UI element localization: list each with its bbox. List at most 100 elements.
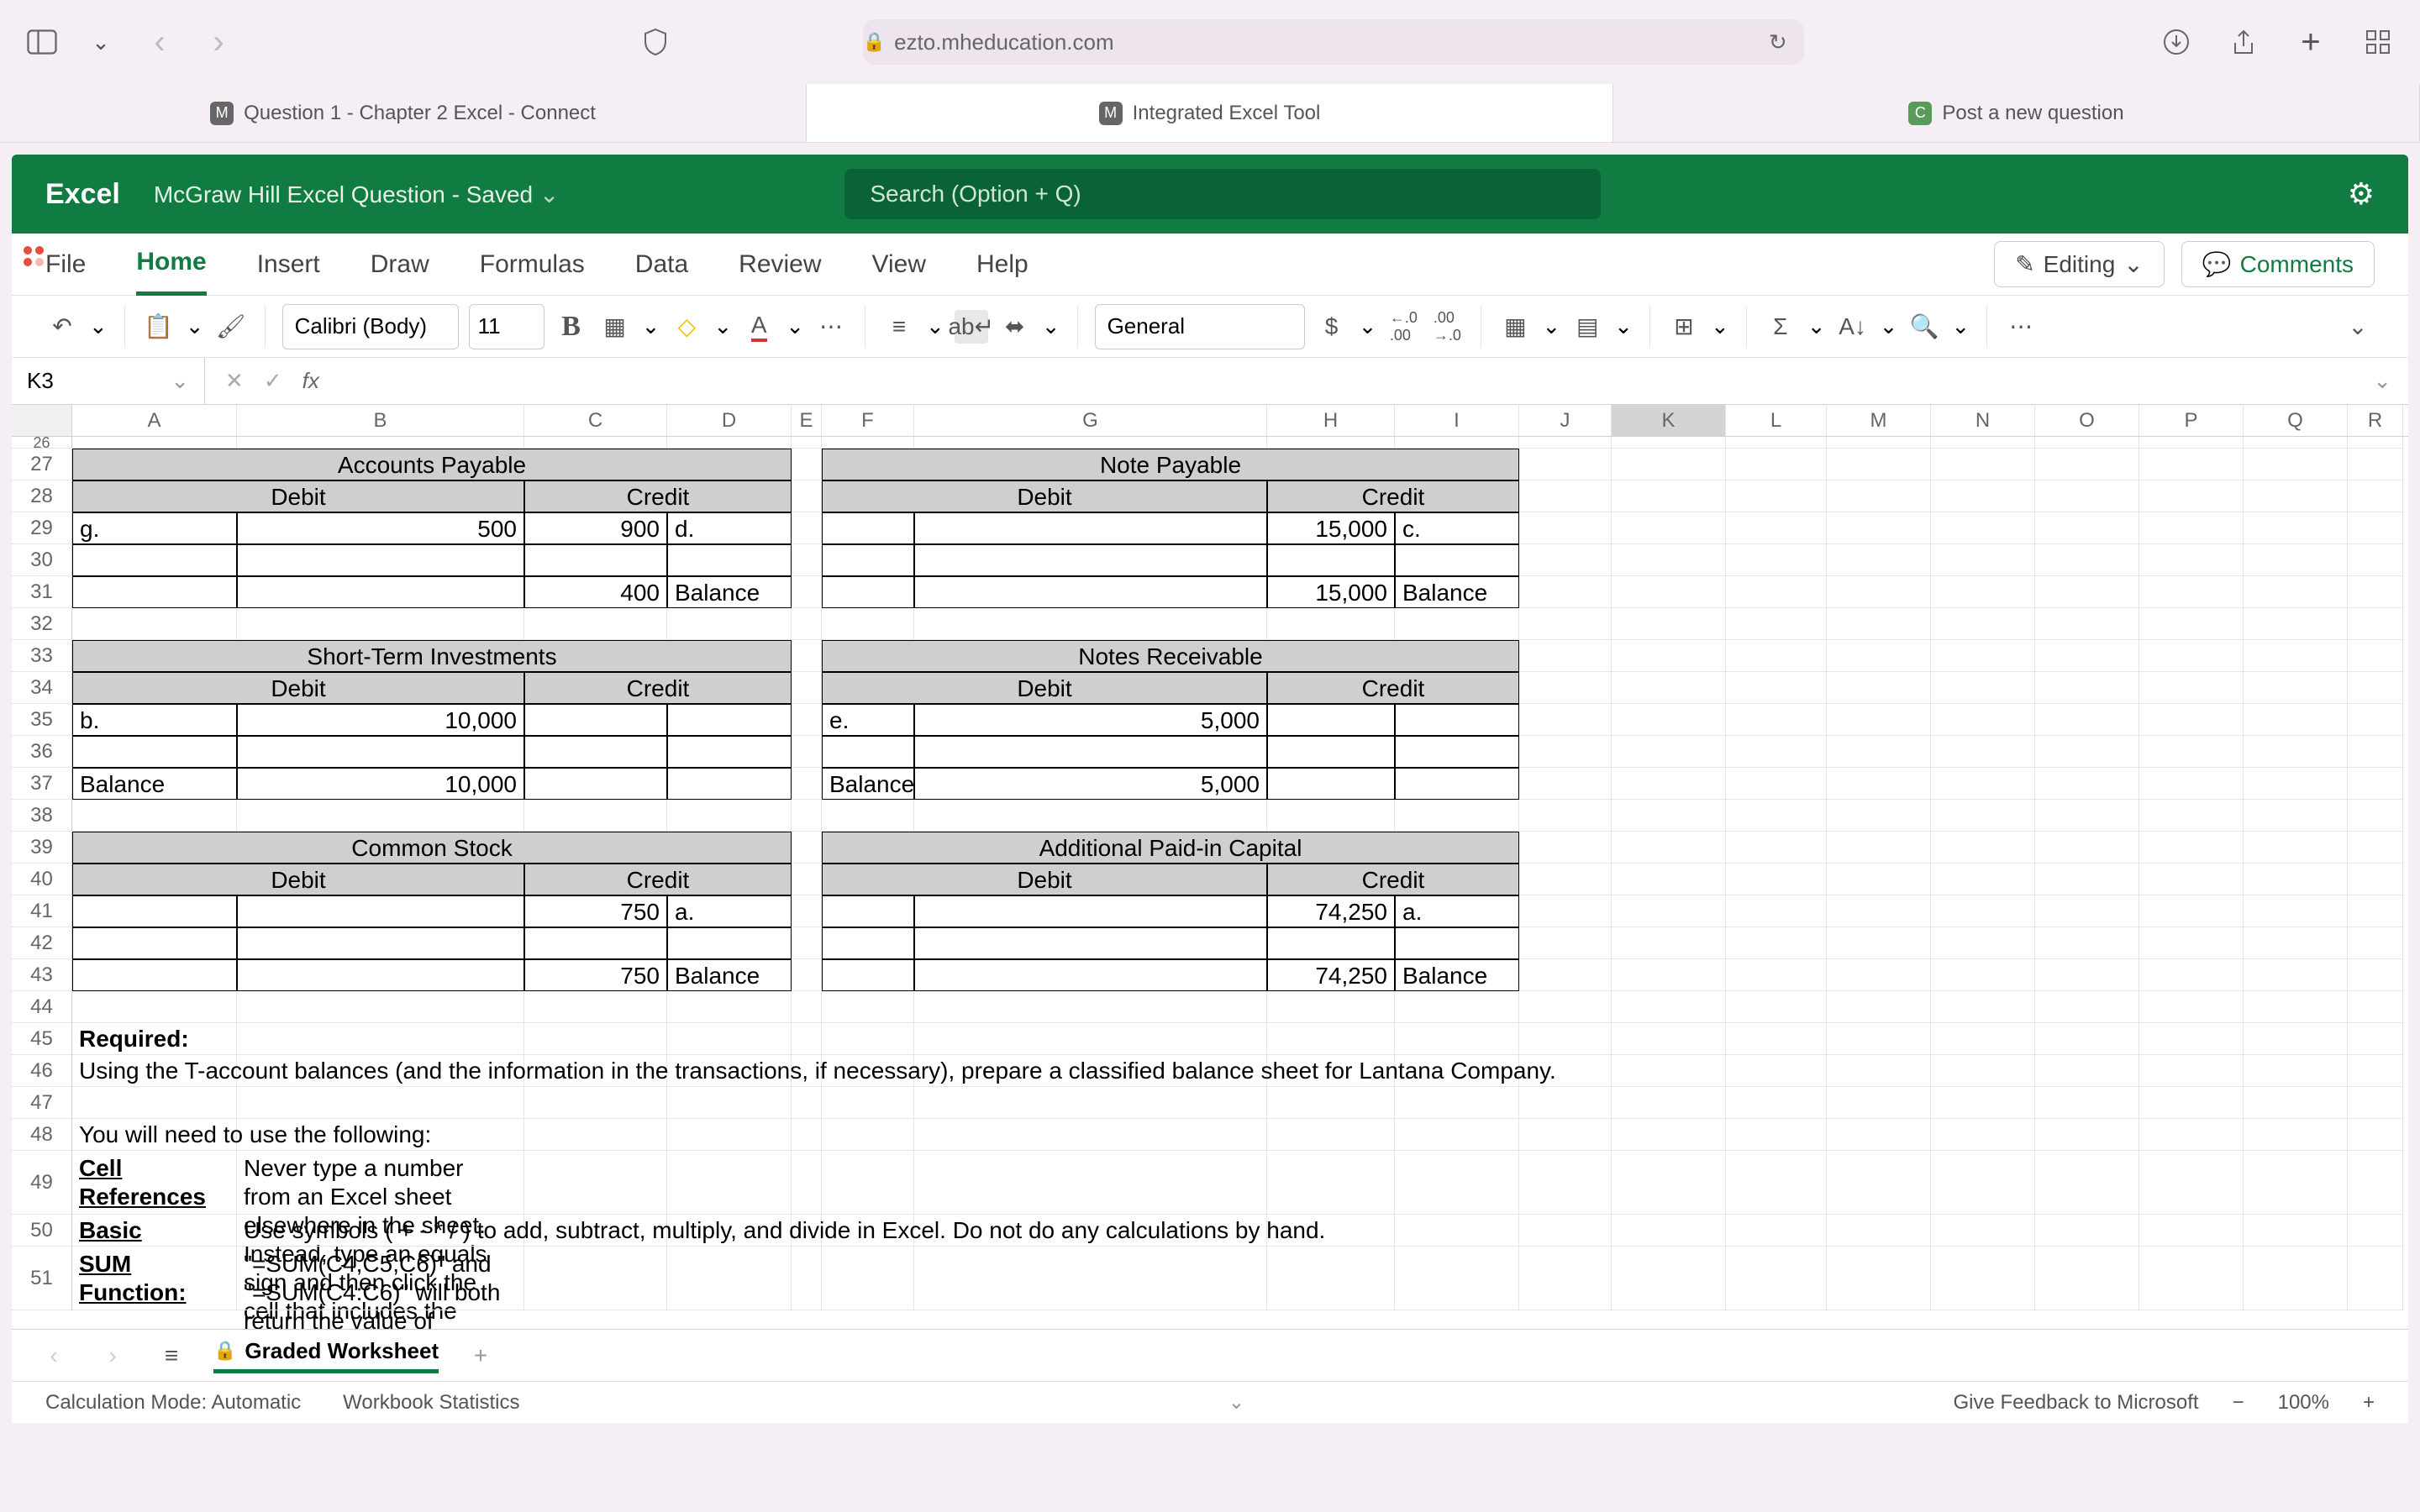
cell[interactable]: [2139, 1247, 2244, 1310]
cell[interactable]: [1726, 608, 1827, 640]
font-name-select[interactable]: [282, 304, 459, 349]
align-icon[interactable]: ≡: [882, 310, 916, 344]
cell[interactable]: [2035, 1151, 2139, 1215]
cell[interactable]: [237, 1087, 524, 1119]
cell[interactable]: [792, 1151, 822, 1215]
cell[interactable]: c.: [1395, 512, 1519, 544]
cell[interactable]: [1931, 1087, 2035, 1119]
cell[interactable]: [1931, 576, 2035, 608]
col-header[interactable]: C: [524, 405, 667, 436]
cell[interactable]: [1612, 1215, 1726, 1247]
cell[interactable]: [1612, 959, 1726, 991]
cell[interactable]: [1519, 544, 1612, 576]
zoom-in-icon[interactable]: +: [2363, 1391, 2375, 1415]
cell[interactable]: [792, 576, 822, 608]
cell[interactable]: [524, 1087, 667, 1119]
cell[interactable]: [2244, 449, 2348, 480]
cell[interactable]: [2035, 480, 2139, 512]
cell[interactable]: [914, 959, 1267, 991]
cell[interactable]: Using the T-account balances (and the in…: [72, 1055, 237, 1087]
row-header[interactable]: 32: [12, 608, 72, 640]
ribbon-home[interactable]: Home: [136, 233, 206, 296]
cell[interactable]: 750: [524, 895, 667, 927]
cell[interactable]: [792, 768, 822, 800]
cell[interactable]: [822, 576, 914, 608]
cell[interactable]: [1827, 736, 1931, 768]
row-header[interactable]: 29: [12, 512, 72, 544]
cell[interactable]: [2139, 608, 2244, 640]
cell[interactable]: [1827, 991, 1931, 1023]
cell[interactable]: [1726, 927, 1827, 959]
cell[interactable]: [2139, 832, 2244, 864]
cell[interactable]: [667, 1023, 792, 1055]
cell[interactable]: [792, 704, 822, 736]
cell[interactable]: [2139, 864, 2244, 895]
cell[interactable]: [914, 991, 1267, 1023]
row-header[interactable]: 27: [12, 449, 72, 480]
cell[interactable]: [2244, 768, 2348, 800]
cell[interactable]: [1395, 800, 1519, 832]
cell[interactable]: [2348, 449, 2403, 480]
cell[interactable]: [1267, 1119, 1395, 1151]
cell[interactable]: [1519, 1087, 1612, 1119]
cell[interactable]: [1612, 1247, 1726, 1310]
bold-button[interactable]: B: [555, 310, 588, 344]
share-icon[interactable]: [2227, 25, 2260, 59]
row-header[interactable]: 31: [12, 576, 72, 608]
cell[interactable]: [1519, 736, 1612, 768]
cell[interactable]: [2035, 1119, 2139, 1151]
cell[interactable]: [1612, 640, 1726, 672]
ribbon-draw[interactable]: Draw: [371, 235, 429, 294]
cell[interactable]: [1395, 1119, 1519, 1151]
cell[interactable]: [2139, 1151, 2244, 1215]
cell[interactable]: Debit: [72, 672, 524, 704]
ribbon-formulas[interactable]: Formulas: [480, 235, 585, 294]
cell[interactable]: [2139, 672, 2244, 704]
cell[interactable]: [792, 927, 822, 959]
col-header[interactable]: E: [792, 405, 822, 436]
cell[interactable]: [2348, 1087, 2403, 1119]
zoom-level[interactable]: 100%: [2278, 1391, 2329, 1415]
shield-icon[interactable]: [639, 25, 672, 59]
cell[interactable]: [792, 544, 822, 576]
row-header[interactable]: 47: [12, 1087, 72, 1119]
sort-filter-icon[interactable]: A↓: [1836, 310, 1870, 344]
merge-icon[interactable]: ⬌: [998, 310, 1032, 344]
cell[interactable]: [2348, 1151, 2403, 1215]
cell[interactable]: [2139, 449, 2244, 480]
cell[interactable]: [2244, 927, 2348, 959]
cell[interactable]: Credit: [1267, 864, 1519, 895]
cell[interactable]: [2139, 736, 2244, 768]
cell[interactable]: SUM Function:: [72, 1247, 237, 1310]
cell[interactable]: [1726, 736, 1827, 768]
name-box[interactable]: K3⌄: [12, 358, 205, 405]
cell[interactable]: [237, 959, 524, 991]
cell[interactable]: [1519, 768, 1612, 800]
cell[interactable]: [2139, 512, 2244, 544]
currency-icon[interactable]: $: [1315, 310, 1349, 344]
cell[interactable]: [1267, 800, 1395, 832]
cell[interactable]: [524, 736, 667, 768]
cell[interactable]: 5,000: [914, 704, 1267, 736]
cell[interactable]: [1931, 895, 2035, 927]
cell[interactable]: [2035, 576, 2139, 608]
cell[interactable]: Debit: [822, 672, 1267, 704]
more-icon[interactable]: ⋯: [814, 310, 848, 344]
search-input[interactable]: Search (Option + Q): [844, 169, 1601, 219]
cell[interactable]: [2348, 437, 2403, 449]
cell[interactable]: [1267, 704, 1395, 736]
cell[interactable]: [237, 927, 524, 959]
col-header[interactable]: A: [72, 405, 237, 436]
cell[interactable]: [2244, 800, 2348, 832]
cell[interactable]: [72, 991, 237, 1023]
cell[interactable]: [914, 895, 1267, 927]
sidebar-toggle-icon[interactable]: [25, 25, 59, 59]
cell[interactable]: [667, 544, 792, 576]
add-sheet-icon[interactable]: +: [464, 1339, 497, 1373]
cell[interactable]: 5,000: [914, 768, 1267, 800]
cell[interactable]: [72, 544, 237, 576]
cell[interactable]: [1726, 864, 1827, 895]
cell[interactable]: [1726, 1055, 1827, 1087]
cell[interactable]: Basic: [72, 1215, 237, 1247]
row-header[interactable]: 28: [12, 480, 72, 512]
